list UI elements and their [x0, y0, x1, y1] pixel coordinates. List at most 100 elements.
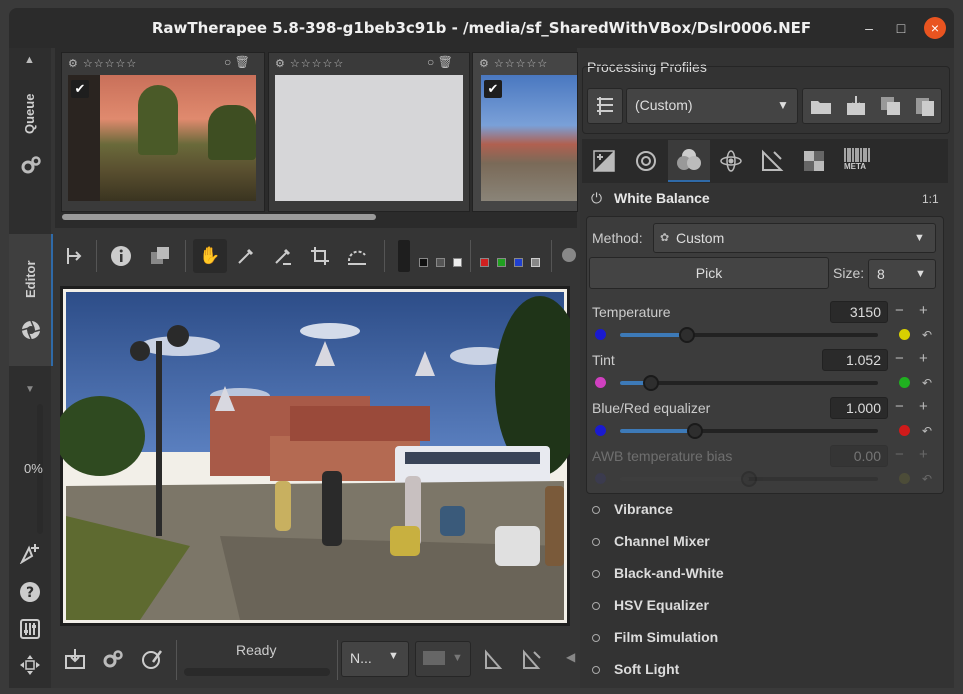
color-tab-icon[interactable] — [668, 140, 710, 182]
filmstrip-scrollbar[interactable] — [62, 214, 376, 220]
load-profile-icon[interactable] — [809, 95, 833, 120]
color-picker-icon[interactable] — [232, 242, 260, 270]
image-viewport[interactable] — [55, 286, 585, 626]
slider-knob[interactable] — [686, 423, 703, 439]
intent-select[interactable]: ▼ — [415, 641, 471, 677]
slider-value-input[interactable]: 1.052 — [822, 349, 888, 371]
checkbox-icon[interactable]: ✔ — [71, 80, 89, 98]
tool-row[interactable]: Black-and-White — [592, 565, 724, 581]
increase-icon[interactable]: + — [919, 350, 928, 367]
reject-icon[interactable]: ○ 🗑 — [224, 55, 250, 69]
save-image-icon[interactable] — [62, 646, 88, 672]
slider-knob[interactable] — [642, 375, 659, 391]
rating-stars[interactable]: ☆☆☆☆☆ — [290, 58, 344, 70]
maximize-button[interactable]: □ — [890, 17, 912, 39]
thumbnail[interactable]: ⚙ ☆☆☆☆☆ ○ 🗑 — [268, 52, 470, 212]
checkbox-icon[interactable]: ✔ — [484, 80, 502, 98]
profile-select[interactable]: (Custom) ▼ — [626, 88, 798, 124]
bg-black-swatch[interactable] — [419, 258, 428, 267]
crop-icon[interactable] — [306, 242, 334, 270]
history-panel-icon[interactable] — [60, 242, 88, 270]
white-balance-picker-icon[interactable] — [269, 242, 297, 270]
power-off-icon[interactable] — [592, 666, 600, 675]
details-tab-icon[interactable] — [631, 146, 661, 176]
slider-value-input[interactable]: 3150 — [830, 301, 888, 323]
advanced-tab-icon[interactable] — [716, 146, 746, 176]
external-editor-icon[interactable] — [139, 646, 165, 672]
decrease-icon[interactable]: − — [895, 302, 904, 319]
increase-icon[interactable]: + — [919, 446, 928, 463]
preview-background-selector[interactable] — [398, 240, 410, 272]
collapse-up-icon[interactable]: ▲ — [24, 54, 35, 66]
gamut-check-icon[interactable] — [518, 646, 544, 672]
profile-list-button[interactable] — [587, 88, 623, 124]
metadata-tab-icon[interactable]: META — [843, 148, 871, 176]
focus-mask-icon[interactable] — [562, 248, 576, 262]
method-select[interactable]: ✿ Custom ▼ — [653, 223, 936, 253]
channel-red-swatch[interactable] — [480, 258, 489, 267]
decrease-icon[interactable]: − — [895, 446, 904, 463]
channel-luminance-swatch[interactable] — [531, 258, 540, 267]
reset-icon[interactable]: ↶ — [922, 328, 932, 342]
add-to-queue-icon[interactable] — [17, 540, 43, 566]
chevron-left-icon[interactable]: ◀ — [566, 650, 575, 664]
slider-track[interactable] — [620, 333, 878, 337]
tool-row[interactable]: Channel Mixer — [592, 533, 710, 549]
gears-icon[interactable] — [18, 152, 44, 178]
tool-row[interactable]: Soft Light — [592, 661, 679, 677]
decrease-icon[interactable]: − — [895, 350, 904, 367]
soft-proof-icon[interactable] — [480, 646, 506, 672]
rating-stars[interactable]: ☆☆☆☆☆ — [83, 58, 137, 70]
queue-gears-icon[interactable] — [100, 646, 126, 672]
info-icon[interactable] — [107, 242, 135, 270]
preferences-icon[interactable] — [17, 616, 43, 642]
collapse-down-icon[interactable]: ▼ — [25, 384, 35, 395]
power-off-icon[interactable] — [592, 602, 600, 611]
channel-blue-swatch[interactable] — [514, 258, 523, 267]
size-select[interactable]: 8 ▼ — [868, 259, 936, 289]
channel-green-swatch[interactable] — [497, 258, 506, 267]
close-button[interactable]: × — [924, 17, 946, 39]
reject-icon[interactable]: ○ 🗑 — [427, 55, 453, 69]
tool-row[interactable]: Vibrance — [592, 501, 673, 517]
tool-row[interactable]: HSV Equalizer — [592, 597, 709, 613]
queue-tab[interactable]: Queue — [22, 94, 42, 135]
exposure-tab-icon[interactable] — [589, 146, 619, 176]
raw-tab-icon[interactable] — [799, 146, 829, 176]
tool-row[interactable]: Film Simulation — [592, 629, 718, 645]
transform-tab-icon[interactable] — [757, 146, 787, 176]
paste-profile-icon[interactable] — [913, 95, 937, 120]
output-profile-select[interactable]: N... ▼ — [341, 641, 409, 677]
minimize-button[interactable]: – — [858, 17, 880, 39]
decrease-icon[interactable]: − — [895, 398, 904, 415]
pick-button[interactable]: Pick — [589, 257, 829, 289]
save-profile-icon[interactable] — [844, 95, 868, 120]
reset-icon[interactable]: ↶ — [922, 376, 932, 390]
power-off-icon[interactable] — [592, 506, 600, 515]
power-off-icon[interactable] — [592, 570, 600, 579]
slider-value-input[interactable]: 0.00 — [830, 445, 888, 467]
hand-tool-icon[interactable]: ✋ — [193, 239, 227, 273]
straighten-icon[interactable] — [343, 242, 371, 270]
power-off-icon[interactable] — [592, 634, 600, 643]
power-off-icon[interactable] — [592, 538, 600, 547]
power-icon[interactable]: ⏻ — [591, 190, 602, 207]
slider-knob[interactable] — [679, 327, 696, 343]
reset-icon[interactable]: ↶ — [922, 424, 932, 438]
increase-icon[interactable]: + — [919, 302, 928, 319]
slider-track[interactable] — [620, 429, 878, 433]
fullscreen-icon[interactable] — [17, 652, 43, 678]
before-after-icon[interactable] — [146, 242, 174, 270]
thumbnail-rating[interactable]: ⚙ ☆☆☆☆☆ — [479, 57, 548, 70]
thumbnail-rating[interactable]: ⚙ ☆☆☆☆☆ — [275, 57, 344, 70]
thumbnail-rating[interactable]: ⚙ ☆☆☆☆☆ — [68, 57, 137, 70]
help-icon[interactable]: ? — [17, 579, 43, 605]
bg-gray-swatch[interactable] — [436, 258, 445, 267]
increase-icon[interactable]: + — [919, 398, 928, 415]
thumbnail-selected[interactable]: ⚙ ☆☆☆☆☆ ✔ — [472, 52, 578, 212]
bg-white-swatch[interactable] — [453, 258, 462, 267]
reset-icon[interactable]: ↶ — [922, 472, 932, 486]
copy-profile-icon[interactable] — [879, 95, 903, 120]
editor-tab[interactable]: Editor — [9, 234, 53, 366]
rating-stars[interactable]: ☆☆☆☆☆ — [494, 58, 548, 70]
